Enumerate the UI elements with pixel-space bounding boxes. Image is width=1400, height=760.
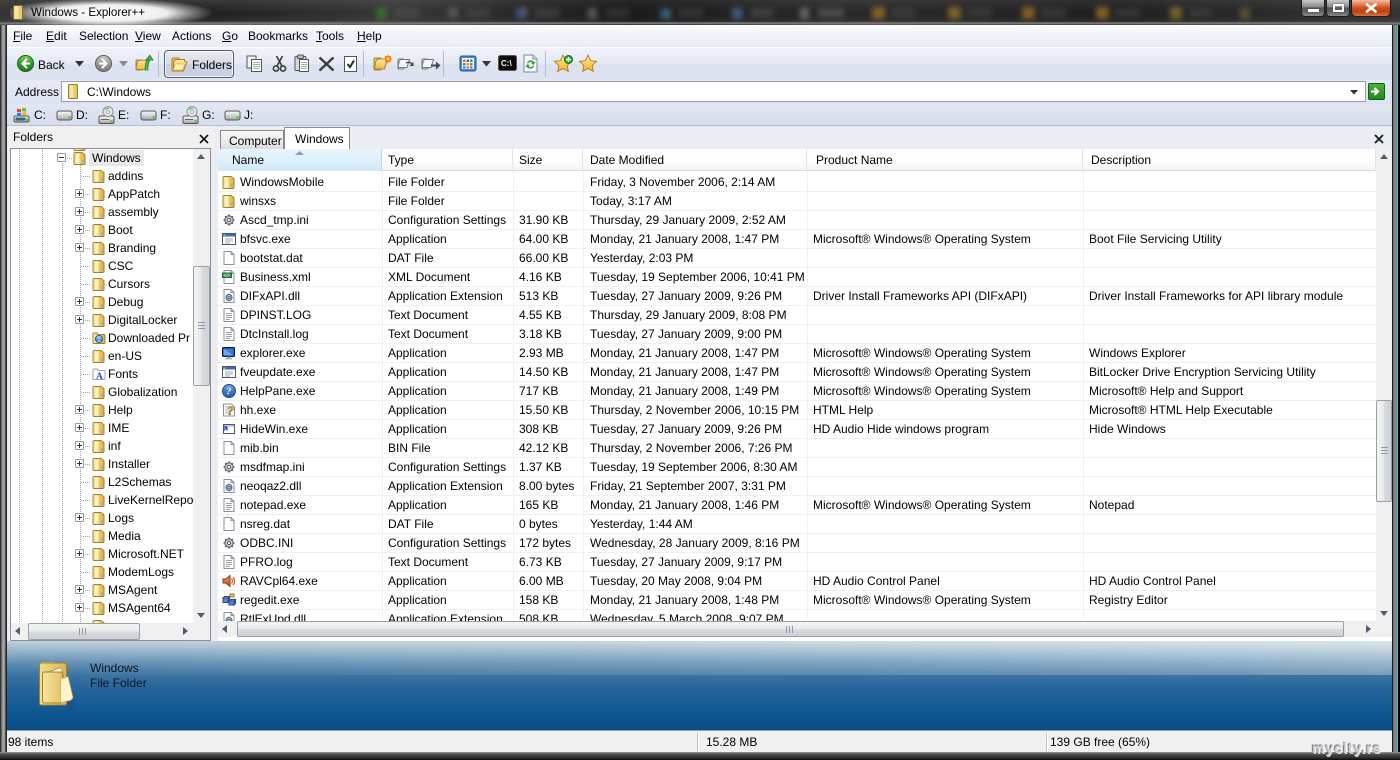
- svg-text:C:\: C:\: [501, 59, 512, 68]
